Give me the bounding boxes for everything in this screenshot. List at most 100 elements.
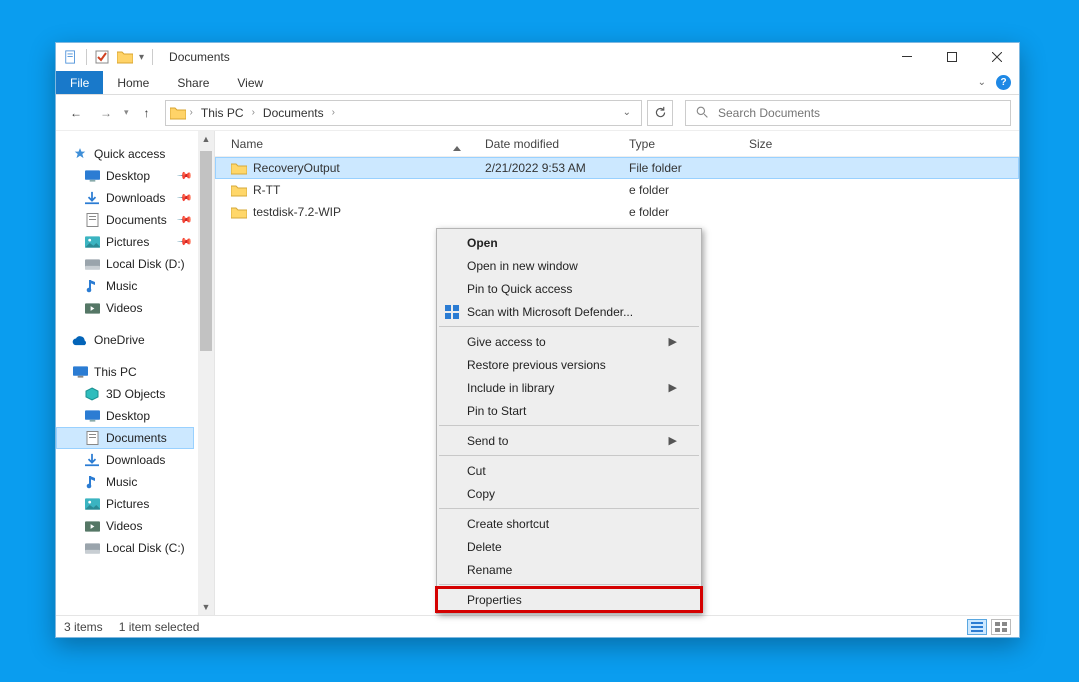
menu-delete[interactable]: Delete [437, 535, 701, 558]
menu-cut[interactable]: Cut [437, 459, 701, 482]
sidebar-item-downloads[interactable]: Downloads📌 [56, 187, 194, 209]
sidebar-item-label: Desktop [106, 169, 150, 183]
col-date[interactable]: Date modified [477, 137, 621, 151]
sidebar-scrollbar[interactable]: ▲▼ [198, 131, 214, 615]
sidebar-item-pc-videos[interactable]: Videos [56, 515, 194, 537]
menu-label: Send to [467, 434, 508, 448]
drive-icon [84, 256, 100, 272]
sidebar-item-localdisk-d[interactable]: Local Disk (D:) [56, 253, 194, 275]
chevron-right-icon[interactable]: › [252, 107, 255, 118]
sidebar-item-pc-documents[interactable]: Documents [56, 427, 194, 449]
explorer-window: ▾ Documents File Home Share View ⌄ ? ← →… [55, 42, 1020, 638]
context-menu: Open Open in new window Pin to Quick acc… [436, 228, 702, 614]
thispc-label: This PC [94, 365, 137, 379]
menu-copy[interactable]: Copy [437, 482, 701, 505]
sidebar-item-videos[interactable]: Videos [56, 297, 194, 319]
col-name-label: Name [231, 137, 263, 151]
maximize-button[interactable] [929, 43, 974, 71]
menu-pin-quick[interactable]: Pin to Quick access [437, 277, 701, 300]
forward-button[interactable]: → [94, 101, 118, 125]
minimize-button[interactable] [884, 43, 929, 71]
menu-separator [439, 508, 699, 509]
sidebar-item-pc-music[interactable]: Music [56, 471, 194, 493]
col-size[interactable]: Size [741, 137, 817, 151]
music-icon [84, 278, 100, 294]
help-icon[interactable]: ? [996, 75, 1011, 90]
nav-pane[interactable]: Quick access Desktop📌 Downloads📌 Documen… [56, 131, 198, 615]
properties-icon[interactable] [64, 50, 78, 64]
menu-open[interactable]: Open [437, 231, 701, 254]
refresh-button[interactable] [647, 100, 673, 126]
sidebar-item-documents[interactable]: Documents📌 [56, 209, 194, 231]
tab-share[interactable]: Share [163, 71, 223, 94]
search-box[interactable] [685, 100, 1011, 126]
checkbox-icon[interactable] [95, 50, 109, 64]
menu-label: Scan with Microsoft Defender... [467, 305, 633, 319]
quick-access-header[interactable]: Quick access [56, 143, 194, 165]
largeicons-view-button[interactable] [991, 619, 1011, 635]
ribbon-expand-icon[interactable]: ⌄ [978, 77, 986, 88]
addressbar[interactable]: › This PC › Documents › ⌄ [165, 100, 642, 126]
thispc-header[interactable]: This PC [56, 361, 194, 383]
documents-icon [84, 430, 100, 446]
history-chevron-icon[interactable]: ▾ [124, 107, 129, 118]
qat-divider [152, 49, 153, 65]
quick-access-label: Quick access [94, 147, 165, 161]
menu-separator [439, 455, 699, 456]
back-button[interactable]: ← [64, 101, 88, 125]
col-type[interactable]: Type [621, 137, 741, 151]
crumb-documents[interactable]: Documents [259, 106, 328, 120]
menu-label: Create shortcut [467, 517, 549, 531]
menu-properties[interactable]: Properties [437, 588, 701, 611]
address-dropdown-icon[interactable]: ⌄ [617, 107, 637, 118]
tab-home[interactable]: Home [103, 71, 163, 94]
file-row[interactable]: R-TT e folder [215, 179, 1019, 201]
sidebar-item-localdisk-c[interactable]: Local Disk (C:) [56, 537, 194, 559]
tab-view[interactable]: View [223, 71, 277, 94]
sidebar-item-desktop[interactable]: Desktop📌 [56, 165, 194, 187]
ribbon-tabs: File Home Share View ⌄ ? [56, 71, 1019, 95]
close-button[interactable] [974, 43, 1019, 71]
menu-label: Include in library [467, 381, 554, 395]
sidebar-item-pc-desktop[interactable]: Desktop [56, 405, 194, 427]
onedrive-header[interactable]: OneDrive [56, 329, 194, 351]
sidebar-item-pictures[interactable]: Pictures📌 [56, 231, 194, 253]
scroll-up-icon[interactable]: ▲ [198, 131, 214, 147]
tab-file[interactable]: File [56, 71, 103, 94]
menu-restore-versions[interactable]: Restore previous versions [437, 353, 701, 376]
folder-qat-icon[interactable] [117, 50, 131, 64]
chevron-right-icon[interactable]: › [190, 107, 193, 118]
menu-open-new-window[interactable]: Open in new window [437, 254, 701, 277]
up-button[interactable]: ↑ [135, 101, 159, 125]
crumb-thispc[interactable]: This PC [197, 106, 248, 120]
folder-icon [231, 162, 247, 175]
scroll-down-icon[interactable]: ▼ [198, 599, 214, 615]
chevron-right-icon[interactable]: › [332, 107, 335, 118]
desktop-icon [84, 408, 100, 424]
scroll-thumb[interactable] [200, 151, 212, 351]
menu-label: Copy [467, 487, 495, 501]
menu-include-library[interactable]: Include in library▶ [437, 376, 701, 399]
details-view-button[interactable] [967, 619, 987, 635]
sidebar-item-music[interactable]: Music [56, 275, 194, 297]
sidebar-item-pc-pictures[interactable]: Pictures [56, 493, 194, 515]
menu-label: Give access to [467, 335, 546, 349]
sidebar-item-label: Local Disk (C:) [106, 541, 185, 555]
file-row[interactable]: RecoveryOutput 2/21/2022 9:53 AM File fo… [215, 157, 1019, 179]
search-input[interactable] [718, 106, 1002, 120]
menu-rename[interactable]: Rename [437, 558, 701, 581]
menu-scan-defender[interactable]: Scan with Microsoft Defender... [437, 300, 701, 323]
col-size-label: Size [749, 137, 772, 151]
menu-pin-start[interactable]: Pin to Start [437, 399, 701, 422]
window-buttons [884, 43, 1019, 71]
qat-chevron-icon[interactable]: ▾ [139, 52, 144, 63]
col-name[interactable]: Name [223, 137, 477, 151]
file-row[interactable]: testdisk-7.2-WIP e folder [215, 201, 1019, 223]
sidebar-item-pc-downloads[interactable]: Downloads [56, 449, 194, 471]
sidebar-item-3dobjects[interactable]: 3D Objects [56, 383, 194, 405]
star-icon [72, 146, 88, 162]
column-headers: Name Date modified Type Size [215, 131, 1019, 157]
menu-give-access[interactable]: Give access to▶ [437, 330, 701, 353]
menu-send-to[interactable]: Send to▶ [437, 429, 701, 452]
menu-create-shortcut[interactable]: Create shortcut [437, 512, 701, 535]
